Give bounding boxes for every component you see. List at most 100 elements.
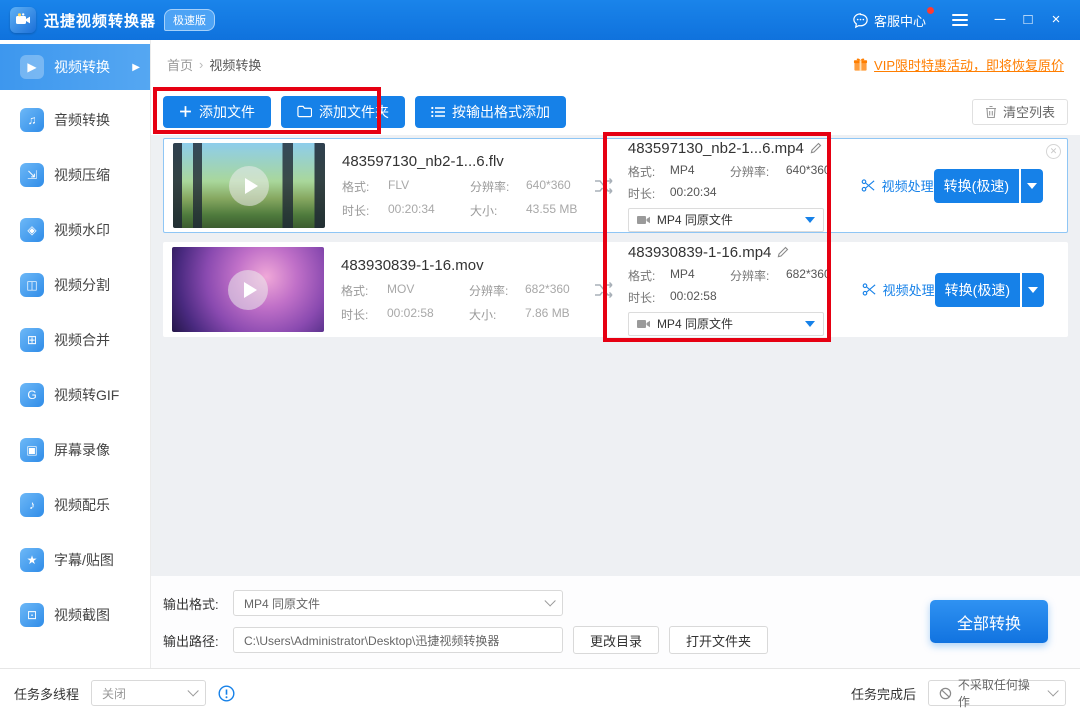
chevron-down-icon [805,321,815,327]
vip-promo-link[interactable]: VIP限时特惠活动，即将恢复原价 [853,55,1064,74]
sidebar-item-video-snapshot[interactable]: ⊡ 视频截图 [0,590,150,640]
add-folder-button[interactable]: 添加文件夹 [281,96,405,128]
chat-bubble-icon [852,12,869,29]
edit-filename-icon[interactable] [777,246,789,258]
remove-file-icon[interactable]: ✕ [1046,144,1061,159]
camera-icon [637,215,651,225]
convert-button[interactable]: 转换(极速) [935,273,1044,307]
trash-icon [985,105,997,119]
breadcrumb-current: 视频转换 [209,55,261,74]
file-list: 483597130_nb2-1...6.flv 格式:FLV 分辨率:640*3… [151,135,1080,576]
screen-record-icon: ▣ [20,438,44,462]
source-duration: 00:20:34 [388,202,470,219]
after-task-label: 任务完成后 [851,684,916,703]
video-thumbnail-1[interactable] [173,143,325,228]
convert-button[interactable]: 转换(极速) [934,169,1043,203]
output-path-label: 输出路径: [163,631,233,650]
footer: 任务多线程 关闭 任务完成后 不采取任何操作 [0,668,1080,717]
sidebar-item-audio-convert[interactable]: ♫ 音频转换 [0,95,150,145]
folder-icon [297,105,312,118]
chevron-down-icon [544,595,555,606]
file-row-2[interactable]: 483930839-1-16.mov 格式:MOV 分辨率:682*360 时长… [163,242,1068,337]
output-info: 483930839-1-16.mp4 格式:MP4 分辨率:682*360 时长… [628,244,844,336]
add-by-format-button[interactable]: 按输出格式添加 [415,96,566,128]
sidebar-item-screen-record[interactable]: ▣ 屏幕录像 [0,425,150,475]
edit-filename-icon[interactable] [810,142,822,154]
output-filename: 483930839-1-16.mp4 [628,244,771,261]
video-compress-icon: ⇲ [20,163,44,187]
app-title: 迅捷视频转换器 [44,10,156,31]
multithread-select[interactable]: 关闭 [91,680,206,706]
convert-arrows-icon [584,281,624,299]
breadcrumb: 首页 › 视频转换 VIP限时特惠活动，即将恢复原价 [151,40,1080,88]
video-watermark-icon: ◈ [20,218,44,242]
output-profile-dropdown[interactable]: MP4 同原文件 [628,312,824,336]
audio-convert-icon: ♫ [20,108,44,132]
sidebar-item-video-compress[interactable]: ⇲ 视频压缩 [0,150,150,200]
output-format-label: 输出格式: [163,594,233,613]
output-format-select[interactable]: MP4 同原文件 [233,590,563,616]
scissors-icon [862,282,877,297]
output-duration: 00:02:58 [670,289,730,306]
source-size: 7.86 MB [525,306,584,323]
toolbar: 添加文件 添加文件夹 按输出格式添加 清空列表 [151,88,1080,135]
source-filename: 483930839-1-16.mov [341,257,584,274]
output-resolution: 682*360 [786,267,844,284]
open-folder-button[interactable]: 打开文件夹 [669,626,768,654]
sidebar-item-video-music[interactable]: ♪ 视频配乐 [0,480,150,530]
convert-options-caret[interactable] [1022,273,1044,307]
sidebar-item-video-watermark[interactable]: ◈ 视频水印 [0,205,150,255]
source-format: MOV [387,282,469,299]
output-resolution: 640*360 [786,163,843,180]
edition-badge: 极速版 [164,9,215,31]
source-resolution: 640*360 [526,178,584,195]
play-icon[interactable] [229,166,269,206]
sidebar-item-video-split[interactable]: ◫ 视频分割 [0,260,150,310]
sidebar-item-video-convert[interactable]: ▶ 视频转换 ▶ [0,44,150,90]
chevron-down-icon [1048,685,1059,696]
chevron-down-icon [805,217,815,223]
output-info: 483597130_nb2-1...6.mp4 格式:MP4 分辨率:640*3… [628,140,843,232]
video-thumbnail-2[interactable] [172,247,324,332]
sidebar: ▶ 视频转换 ▶ ♫ 音频转换 ⇲ 视频压缩 ◈ 视频水印 ◫ 视频分割 ⊞ 视… [0,40,151,668]
sidebar-item-video-to-gif[interactable]: G 视频转GIF [0,370,150,420]
customer-service-button[interactable]: 客服中心 [852,11,926,30]
maximize-button[interactable]: □ [1014,0,1042,40]
menu-icon[interactable] [952,11,968,29]
add-file-button[interactable]: 添加文件 [163,96,271,128]
sidebar-item-video-merge[interactable]: ⊞ 视频合并 [0,315,150,365]
file-row-1[interactable]: 483597130_nb2-1...6.flv 格式:FLV 分辨率:640*3… [163,138,1068,233]
close-button[interactable]: × [1042,0,1070,40]
video-music-icon: ♪ [20,493,44,517]
plus-icon [179,105,192,118]
output-duration: 00:20:34 [670,185,730,202]
video-process-link[interactable]: 视频处理 [862,280,935,299]
video-snapshot-icon: ⊡ [20,603,44,627]
after-task-select[interactable]: 不采取任何操作 [928,680,1066,706]
output-path-input[interactable] [233,627,563,653]
source-format: FLV [388,178,470,195]
output-profile-dropdown[interactable]: MP4 同原文件 [628,208,824,232]
source-size: 43.55 MB [526,202,584,219]
video-split-icon: ◫ [20,273,44,297]
source-info: 483597130_nb2-1...6.flv 格式:FLV 分辨率:640*3… [342,153,584,219]
play-icon[interactable] [228,270,268,310]
video-merge-icon: ⊞ [20,328,44,352]
minimize-button[interactable]: ─ [986,0,1014,40]
convert-arrows-icon [584,177,624,195]
source-info: 483930839-1-16.mov 格式:MOV 分辨率:682*360 时长… [341,257,584,323]
clear-list-button[interactable]: 清空列表 [972,99,1068,125]
convert-all-button[interactable]: 全部转换 [930,600,1048,643]
app-logo-icon [10,7,36,33]
video-process-link[interactable]: 视频处理 [861,176,934,195]
chevron-down-icon [187,685,198,696]
convert-options-caret[interactable] [1021,169,1043,203]
breadcrumb-home[interactable]: 首页 [167,55,193,74]
subtitle-sticker-icon: ★ [20,548,44,572]
gift-icon [853,57,868,72]
list-icon [431,106,445,118]
source-filename: 483597130_nb2-1...6.flv [342,153,584,170]
change-directory-button[interactable]: 更改目录 [573,626,659,654]
info-icon[interactable] [218,685,235,702]
sidebar-item-subtitle-sticker[interactable]: ★ 字幕/贴图 [0,535,150,585]
